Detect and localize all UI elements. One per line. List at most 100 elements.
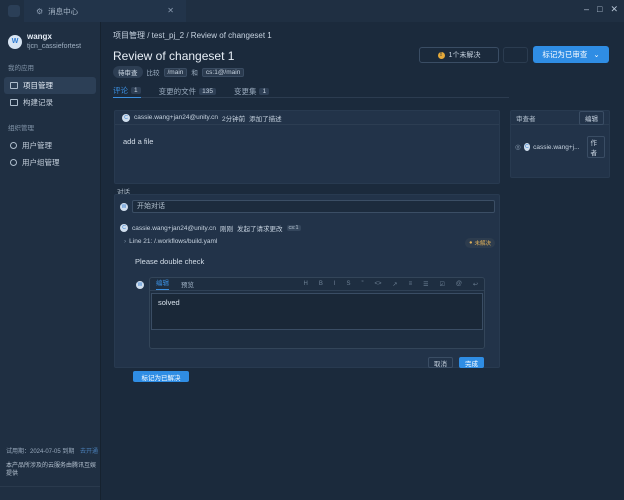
folder-icon	[10, 82, 18, 89]
status-badge: 待审查	[113, 66, 143, 78]
conversation-card: W 开始对话 C cassie.wang+jan24@unity.cn 刚刚 发…	[114, 194, 500, 382]
description-author: cassie.wang+jan24@unity.cn	[134, 114, 218, 121]
reply-textarea[interactable]: solved	[151, 293, 483, 330]
sidebar-item-label: 构建记录	[23, 98, 53, 107]
reviewer-row: ◎ C cassie.wang+j... 作者	[511, 125, 609, 169]
task-list-icon[interactable]: ☑	[439, 281, 444, 288]
new-conversation: W 开始对话	[120, 200, 495, 213]
warning-icon: !	[437, 51, 445, 59]
section-org-management: 组织管理	[8, 125, 34, 132]
unresolved-button[interactable]: ! 1个未解决	[419, 47, 499, 63]
tab-comments[interactable]: 评论 1	[113, 84, 141, 98]
avatar: W	[120, 202, 128, 211]
sidebar-footer-bar	[0, 486, 100, 500]
file-line: Line 21: /.workflows/build.yaml	[129, 238, 218, 245]
unresolved-badge: ● 未解决	[465, 238, 495, 248]
heading-icon[interactable]: H	[303, 281, 307, 288]
user-group: tjcn_cassiefortest	[27, 43, 82, 50]
numbered-list-icon[interactable]: ☰	[423, 281, 428, 288]
italic-icon[interactable]: I	[334, 281, 336, 288]
tab-count: 1	[131, 87, 141, 94]
review-tabs: 评论 1 变更的文件 135 变更集 1	[113, 84, 509, 98]
tab-changed-files[interactable]: 变更的文件 135	[159, 84, 216, 98]
trial-info: 试用期：2024-07-05 到期 去开通 本产品所涉及的云服务由腾讯互娱提供	[6, 448, 98, 478]
editor-toolbar: H B I S ” <> ↗ ≡ ☰ ☑ @ ↩	[303, 281, 478, 288]
page-title: Review of changeset 1	[113, 49, 235, 63]
tab-changesets[interactable]: 变更集 1	[233, 84, 270, 98]
users-icon	[10, 159, 17, 166]
user-icon	[10, 142, 17, 149]
target-changeset: cs:1@/main	[201, 67, 245, 77]
reply-editor: 编辑 预览 H B I S ” <> ↗ ≡ ☰ ☑ @ ↩ solved	[149, 277, 485, 349]
bullet-list-icon[interactable]: ≡	[409, 281, 413, 288]
tab-label: 评论	[113, 86, 128, 95]
maximize-icon[interactable]: □	[597, 4, 602, 15]
reviewers-panel: 审查者 编辑 ◎ C cassie.wang+j... 作者	[510, 110, 610, 178]
minimize-icon[interactable]: –	[584, 4, 589, 15]
reviewers-header: 审查者 编辑	[511, 110, 609, 125]
main-content: 项目管理 / test_pj_2 / Review of changeset 1…	[101, 22, 624, 500]
avatar: W	[8, 34, 22, 49]
strikethrough-icon[interactable]: S	[347, 281, 351, 288]
tab-preview[interactable]: 预览	[181, 279, 194, 289]
thread-version[interactable]: cs:1	[286, 225, 301, 231]
chevron-right-icon: ›	[124, 238, 127, 245]
sidebar: W wangx tjcn_cassiefortest 我的应用 项目管理 构建记…	[0, 0, 101, 500]
sidebar-item-label: 用户管理	[22, 141, 52, 150]
window-controls: – □ ✕	[584, 4, 618, 15]
avatar: C	[120, 224, 128, 232]
tab-label: 变更的文件	[158, 86, 197, 96]
description-body: add a file	[123, 137, 154, 146]
description-card: C cassie.wang+jan24@unity.cn 2分钟前 添加了描述 …	[114, 110, 500, 184]
author-badge: 作者	[586, 136, 605, 158]
reviewer-name: cassie.wang+j...	[533, 143, 580, 151]
app-logo-icon[interactable]	[8, 5, 20, 17]
edit-reviewers-button[interactable]: 编辑	[579, 110, 604, 125]
tab-message-center[interactable]: ⚙ 消息中心 ✕	[24, 0, 186, 22]
start-conversation-input[interactable]: 开始对话	[132, 200, 495, 213]
source-branch: /main	[163, 67, 188, 77]
user-name: wangx	[27, 32, 52, 41]
secondary-button[interactable]	[503, 47, 528, 63]
description-action: 添加了描述	[249, 115, 282, 123]
build-icon	[10, 99, 18, 106]
close-window-icon[interactable]: ✕	[610, 4, 618, 15]
tab-edit[interactable]: 编辑	[156, 278, 169, 290]
breadcrumb[interactable]: 项目管理 / test_pj_2 / Review of changeset 1	[113, 30, 272, 41]
section-my-apps: 我的应用	[8, 65, 34, 72]
sidebar-item-label: 项目管理	[23, 81, 53, 90]
close-icon[interactable]: ✕	[167, 6, 174, 15]
mention-icon[interactable]: @	[456, 281, 462, 288]
editor-actions: 取消 完成	[428, 357, 484, 368]
trial-activate-link[interactable]: 去开通	[80, 448, 98, 456]
service-notice: 本产品所涉及的云服务由腾讯互娱提供	[6, 463, 97, 477]
done-button[interactable]: 完成	[459, 357, 484, 368]
mark-resolved-button[interactable]: 标记为已解决	[133, 371, 189, 382]
file-reference[interactable]: › Line 21: /.workflows/build.yaml	[124, 238, 217, 245]
cancel-button[interactable]: 取消	[428, 357, 453, 368]
user-profile[interactable]: W wangx tjcn_cassiefortest	[0, 22, 100, 51]
tab-label: 变更集	[233, 86, 257, 96]
tab-count: 135	[199, 87, 216, 95]
reviewers-title: 审查者	[516, 115, 536, 123]
thread-time: 刚刚	[220, 226, 233, 233]
sidebar-item-user-management[interactable]: 用户管理	[4, 137, 96, 154]
warning-icon: ●	[469, 240, 473, 246]
sidebar-item-project-management[interactable]: 项目管理	[4, 77, 96, 94]
tab-count: 1	[259, 87, 270, 95]
sidebar-item-usergroup-management[interactable]: 用户组管理	[4, 154, 96, 171]
mark-reviewed-button[interactable]: 标记为已审查 ⌄	[533, 46, 609, 63]
sidebar-item-label: 用户组管理	[22, 158, 60, 167]
code-icon[interactable]: <>	[375, 281, 382, 288]
chevron-down-icon[interactable]: ⌄	[593, 50, 599, 59]
avatar: C	[523, 143, 531, 151]
reference-icon[interactable]: ↩	[473, 281, 478, 288]
bold-icon[interactable]: B	[319, 281, 323, 288]
tab-bar: ⚙ 消息中心 ✕ – □ ✕	[24, 0, 624, 22]
sidebar-item-build-records[interactable]: 构建记录	[4, 94, 96, 111]
description-header: C cassie.wang+jan24@unity.cn 2分钟前 添加了描述	[115, 111, 499, 125]
avatar: C	[122, 113, 130, 122]
quote-icon[interactable]: ”	[362, 281, 364, 288]
description-time: 2分钟前	[222, 115, 246, 123]
link-icon[interactable]: ↗	[393, 281, 398, 288]
